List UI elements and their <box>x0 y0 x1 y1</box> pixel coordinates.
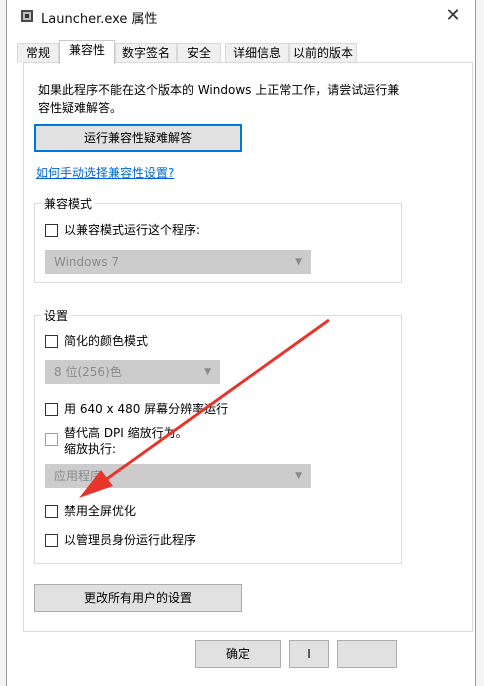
cancel-button-partial[interactable]: I <box>289 640 329 668</box>
annotation-arrow <box>79 318 330 498</box>
apply-button-partial[interactable] <box>337 640 397 668</box>
ok-button[interactable]: 确定 <box>195 640 281 668</box>
properties-dialog: Launcher.exe 属性 ✕ 常规 兼容性 数字签名 安全 详细信息 以前… <box>6 0 476 686</box>
tab-compatibility[interactable]: 兼容性 <box>59 40 115 64</box>
